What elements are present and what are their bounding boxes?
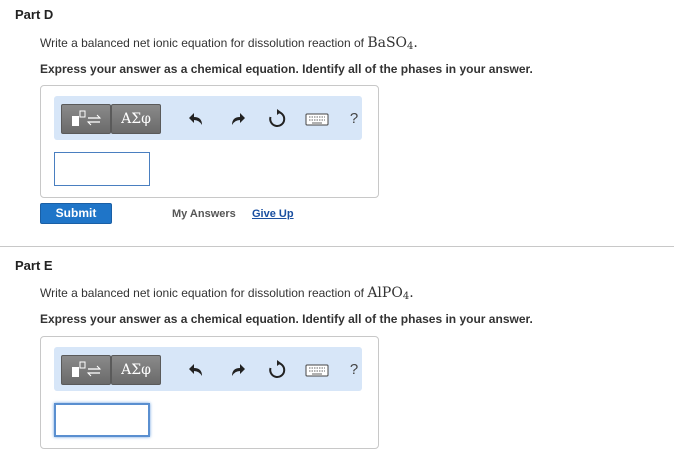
reset-icon[interactable]: [266, 360, 288, 380]
give-up-link[interactable]: Give Up: [252, 208, 294, 220]
part-d-toolbar: ΑΣφ ?: [54, 96, 362, 140]
part-d-formula-period: .: [413, 35, 418, 51]
part-e-title: Part E: [15, 258, 53, 273]
help-icon[interactable]: ?: [343, 360, 365, 380]
part-e-answer-box: ΑΣφ ?: [40, 336, 379, 449]
part-e-prompt: Write a balanced net ionic equation for …: [40, 285, 414, 302]
part-e-toolbar: ΑΣφ ?: [54, 347, 362, 391]
my-answers-link[interactable]: My Answers: [172, 208, 236, 220]
greek-letters-icon[interactable]: ΑΣφ: [111, 355, 161, 385]
reset-icon[interactable]: [266, 109, 288, 129]
undo-icon[interactable]: [186, 109, 208, 129]
part-d-prompt-text: Write a balanced net ionic equation for …: [40, 36, 368, 50]
part-e-formula: AlPO4.: [367, 285, 414, 302]
keyboard-icon[interactable]: [304, 109, 330, 129]
part-d-formula: BaSO4.: [367, 35, 418, 52]
part-e-answer-input[interactable]: [54, 403, 150, 437]
part-d-answer-input[interactable]: [54, 152, 150, 186]
redo-icon[interactable]: [226, 109, 248, 129]
part-d-title: Part D: [15, 7, 54, 22]
part-d-answer-box: ΑΣφ ?: [40, 85, 379, 198]
submit-button[interactable]: Submit: [40, 203, 112, 224]
greek-letters-icon[interactable]: ΑΣφ: [111, 104, 161, 134]
part-e-prompt-text: Write a balanced net ionic equation for …: [40, 286, 368, 300]
part-e-instruction: Express your answer as a chemical equati…: [40, 312, 533, 326]
part-e-formula-period: .: [409, 285, 414, 301]
keyboard-icon[interactable]: [304, 360, 330, 380]
help-icon[interactable]: ?: [343, 109, 365, 129]
part-d-formula-main: BaSO: [367, 35, 408, 51]
redo-icon[interactable]: [226, 360, 248, 380]
part-d-instruction: Express your answer as a chemical equati…: [40, 62, 533, 76]
section-divider: [0, 246, 674, 247]
template-icon[interactable]: [61, 104, 111, 134]
undo-icon[interactable]: [186, 360, 208, 380]
part-d-prompt: Write a balanced net ionic equation for …: [40, 35, 418, 52]
template-icon[interactable]: [61, 355, 111, 385]
part-e-formula-main: AlPO: [367, 285, 403, 301]
